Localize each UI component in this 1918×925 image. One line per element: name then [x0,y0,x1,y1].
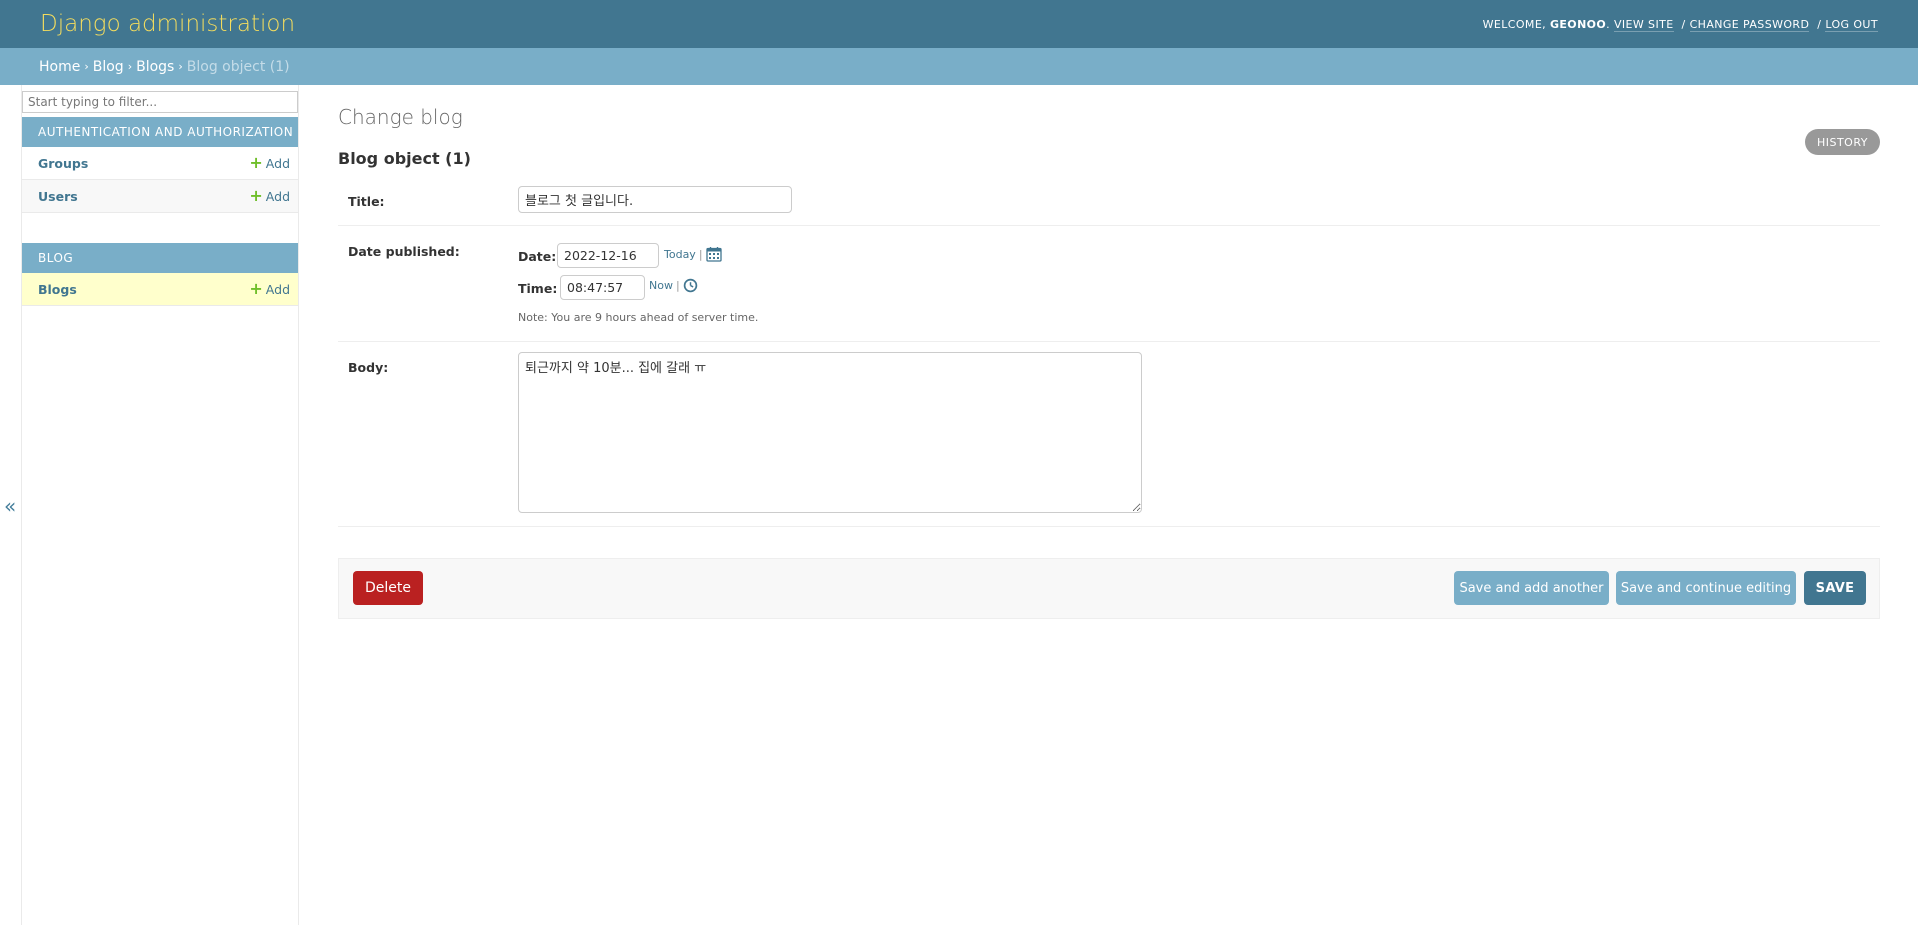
user-tools: WELCOME, GEONOO. VIEW SITE / CHANGE PASSW… [1482,17,1878,32]
add-label: Add [265,155,290,171]
plus-icon: + [249,186,263,205]
shortcut-separator: | [698,247,703,261]
today-link[interactable]: Today [664,248,696,261]
save-and-add-another-button[interactable]: Save and add another [1454,571,1609,605]
title-input[interactable] [518,186,792,213]
user-tools-separator: / [1817,17,1822,31]
add-label: Add [265,188,290,204]
object-title: Blog object (1) [338,149,471,168]
breadcrumb-blog[interactable]: Blog [93,59,124,75]
model-link-users[interactable]: Users [38,189,78,204]
save-button[interactable]: SAVE [1804,571,1866,605]
form-row-title: Title: [338,177,1880,226]
date-shortcuts: Today | [664,246,722,262]
view-site-link[interactable]: VIEW SITE [1613,17,1674,32]
username: GEONOO [1549,17,1607,31]
form-row-body: Body: 퇴근까지 약 10분... 집에 갈래 ㅠ [338,342,1880,527]
form-row-date-published: Date published: Date: Today | Time: [338,226,1880,342]
nav-sidebar: AUTHENTICATION AND AUTHORIZATION Groups … [21,85,299,925]
submit-row: Delete Save and add another Save and con… [338,558,1880,619]
site-brand[interactable]: Django administration [40,11,295,37]
time-input[interactable] [560,275,645,300]
title-label: Title: [348,194,385,209]
breadcrumb-separator: › [178,60,183,73]
breadcrumb-blogs[interactable]: Blogs [136,59,174,75]
now-link[interactable]: Now [649,279,673,292]
plus-icon: + [249,153,263,172]
body-label: Body: [348,360,389,375]
calendar-icon[interactable] [705,246,722,262]
plus-icon: + [249,279,263,298]
clock-icon[interactable] [683,278,698,293]
date-label: Date: [518,249,557,264]
time-label: Time: [518,281,558,296]
breadcrumb-current: Blog object (1) [186,58,290,75]
breadcrumb-home[interactable]: Home [39,59,80,75]
nav-filter-input[interactable] [22,91,298,113]
sidebar-item-blogs: Blogs + Add [22,273,298,306]
body-textarea[interactable]: 퇴근까지 약 10분... 집에 갈래 ㅠ [518,352,1142,513]
breadcrumb: Home › Blog › Blogs › Blog object (1) [0,48,1918,85]
toggle-sidebar-button[interactable]: « [4,494,16,518]
sidebar-item-groups: Groups + Add [22,147,298,180]
model-link-groups[interactable]: Groups [38,156,88,171]
module-caption-blog[interactable]: BLOG [22,243,298,273]
time-shortcuts: Now | [649,278,698,293]
date-published-label: Date published: [348,244,460,259]
log-out-link[interactable]: LOG OUT [1825,17,1878,32]
sidebar-item-users: Users + Add [22,180,298,213]
user-tools-separator: / [1681,17,1686,31]
model-link-blogs[interactable]: Blogs [38,282,77,297]
page-title: Change blog [338,105,463,129]
save-and-continue-button[interactable]: Save and continue editing [1616,571,1796,605]
add-groups-link[interactable]: + Add [249,155,290,171]
breadcrumb-separator: › [127,60,133,73]
add-users-link[interactable]: + Add [249,188,290,204]
shortcut-separator: | [675,279,680,292]
history-button[interactable]: HISTORY [1804,129,1880,155]
change-password-link[interactable]: CHANGE PASSWORD [1689,17,1810,32]
add-label: Add [265,281,290,297]
breadcrumb-separator: › [84,60,89,73]
header: Django administration WELCOME, GEONOO. V… [0,0,1918,48]
add-blogs-link[interactable]: + Add [249,281,290,297]
timezone-note: Note: You are 9 hours ahead of server ti… [518,311,759,324]
module-caption-auth[interactable]: AUTHENTICATION AND AUTHORIZATION [22,117,298,147]
date-input[interactable] [557,243,659,268]
welcome-text: WELCOME, [1482,17,1550,31]
delete-button[interactable]: Delete [353,571,423,605]
